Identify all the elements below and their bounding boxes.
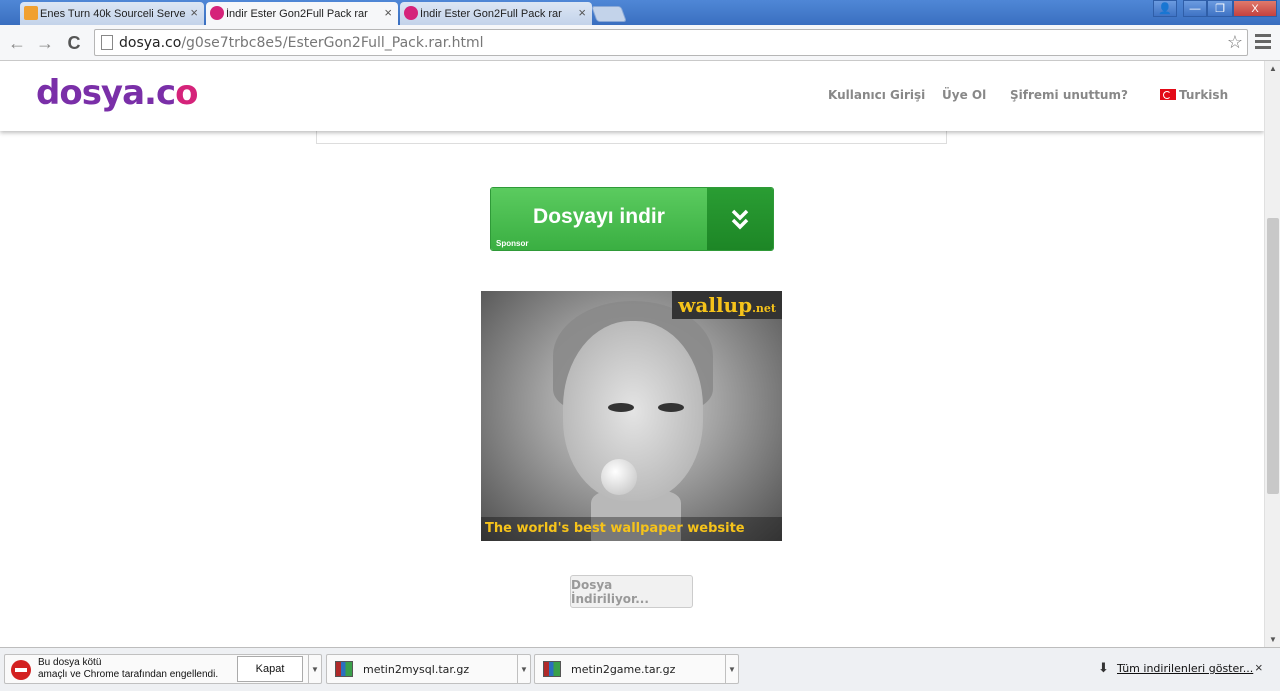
dosya-favicon-icon — [404, 6, 418, 20]
download-item[interactable]: metin2mysql.tar.gz ▼ — [326, 654, 531, 684]
download-filename: metin2mysql.tar.gz — [363, 663, 470, 676]
language-label: Turkish — [1179, 88, 1229, 102]
tab-strip: Enes Turn 40k Sourceli Serve × İndir Est… — [0, 0, 1280, 25]
site-favicon-icon — [24, 6, 38, 20]
new-tab-button[interactable] — [591, 6, 627, 22]
tab-close-icon[interactable]: × — [190, 5, 198, 20]
dismiss-button[interactable]: Kapat — [237, 656, 303, 682]
tab-close-icon[interactable]: × — [578, 5, 586, 20]
ad-image-eye — [608, 403, 634, 412]
chrome-menu-icon[interactable] — [1255, 34, 1271, 52]
download-shelf: Bu dosya kötü amaçlı ve Chrome tarafından… — [0, 647, 1280, 691]
downloading-button[interactable]: Dosya İndiriliyor... — [570, 575, 693, 608]
url-text[interactable]: dosya.co/g0se7trbc8e5/EsterGon2Full_Pack… — [119, 35, 484, 51]
tab-title: İndir Ester Gon2Full Pack rar — [420, 7, 562, 20]
page-scrollbar[interactable]: ▲ ▼ — [1264, 61, 1280, 647]
close-shelf-icon[interactable]: × — [1255, 660, 1263, 675]
tab-title: Enes Turn 40k Sourceli Serve — [40, 7, 186, 20]
chevron-down-icon[interactable]: ▼ — [517, 655, 530, 683]
logo-text: dosya.c — [36, 73, 176, 113]
chevron-down-icon[interactable]: ▼ — [725, 655, 738, 683]
close-window-button[interactable]: X — [1233, 0, 1277, 17]
download-file-button[interactable]: Dosyayı indir Sponsor — [490, 187, 774, 251]
ad-image-eye — [658, 403, 684, 412]
double-chevron-down-icon[interactable] — [707, 188, 773, 250]
sponsor-label: Sponsor — [496, 239, 529, 248]
site-logo[interactable]: dosya.co — [36, 73, 199, 113]
blocked-download-item: Bu dosya kötü amaçlı ve Chrome tarafından… — [4, 654, 322, 684]
blocked-message: Bu dosya kötü amaçlı ve Chrome tarafından… — [38, 657, 219, 680]
download-icon: ⬇ — [1098, 660, 1109, 675]
tab-3[interactable]: İndir Ester Gon2Full Pack rar × — [400, 2, 592, 25]
page-icon — [101, 35, 113, 50]
login-link[interactable]: Kullanıcı Girişi — [828, 88, 925, 102]
ad-brand-logo: wallup.net — [672, 291, 782, 319]
forward-button[interactable]: → — [34, 32, 56, 54]
advertisement-banner[interactable]: wallup.net The world's best wallpaper we… — [481, 291, 782, 541]
download-button-label: Dosyayı indir — [533, 205, 665, 228]
bookmark-star-icon[interactable]: ☆ — [1227, 32, 1243, 53]
download-button-main[interactable]: Dosyayı indir Sponsor — [491, 188, 707, 250]
minimize-button[interactable]: — — [1183, 0, 1207, 17]
url-path: /g0se7trbc8e5/EsterGon2Full_Pack.rar.htm… — [181, 35, 484, 51]
address-bar[interactable]: dosya.co/g0se7trbc8e5/EsterGon2Full_Pack… — [94, 29, 1248, 56]
ad-image-bubble — [601, 459, 637, 495]
tab-2[interactable]: İndir Ester Gon2Full Pack rar × — [206, 2, 398, 25]
site-header: dosya.co Kullanıcı Girişi Üye Ol Şifremi… — [0, 61, 1264, 131]
logo-text-end: o — [175, 73, 198, 113]
scroll-down-icon[interactable]: ▼ — [1269, 635, 1277, 644]
ad-tagline: The world's best wallpaper website — [481, 517, 782, 541]
scrollbar-thumb[interactable] — [1267, 218, 1279, 494]
content-box — [316, 129, 947, 144]
blocked-icon — [11, 660, 31, 680]
download-item[interactable]: metin2game.tar.gz ▼ — [534, 654, 739, 684]
web-page: dosya.co Kullanıcı Girişi Üye Ol Şifremi… — [0, 61, 1264, 647]
chevron-down-icon[interactable]: ▼ — [308, 655, 321, 683]
tab-close-icon[interactable]: × — [384, 5, 392, 20]
profile-icon[interactable]: 👤 — [1153, 0, 1177, 17]
back-button[interactable]: ← — [6, 32, 28, 54]
tab-1[interactable]: Enes Turn 40k Sourceli Serve × — [20, 2, 204, 25]
tab-title: İndir Ester Gon2Full Pack rar — [226, 7, 368, 20]
scroll-up-icon[interactable]: ▲ — [1269, 64, 1277, 73]
forgot-password-link[interactable]: Şifremi unuttum? — [1010, 88, 1128, 102]
register-link[interactable]: Üye Ol — [942, 88, 986, 102]
turkey-flag-icon — [1160, 89, 1176, 100]
language-selector[interactable]: Turkish — [1160, 88, 1228, 102]
rar-archive-icon — [543, 661, 561, 677]
download-filename: metin2game.tar.gz — [571, 663, 676, 676]
show-all-downloads-link[interactable]: Tüm indirilenleri göster... — [1117, 662, 1253, 675]
reload-button[interactable]: C — [63, 32, 85, 54]
dosya-favicon-icon — [210, 6, 224, 20]
rar-archive-icon — [335, 661, 353, 677]
url-host: dosya.co — [119, 35, 182, 51]
restore-button[interactable]: ❐ — [1207, 0, 1233, 17]
browser-toolbar: ← → C dosya.co/g0se7trbc8e5/EsterGon2Ful… — [0, 25, 1280, 61]
